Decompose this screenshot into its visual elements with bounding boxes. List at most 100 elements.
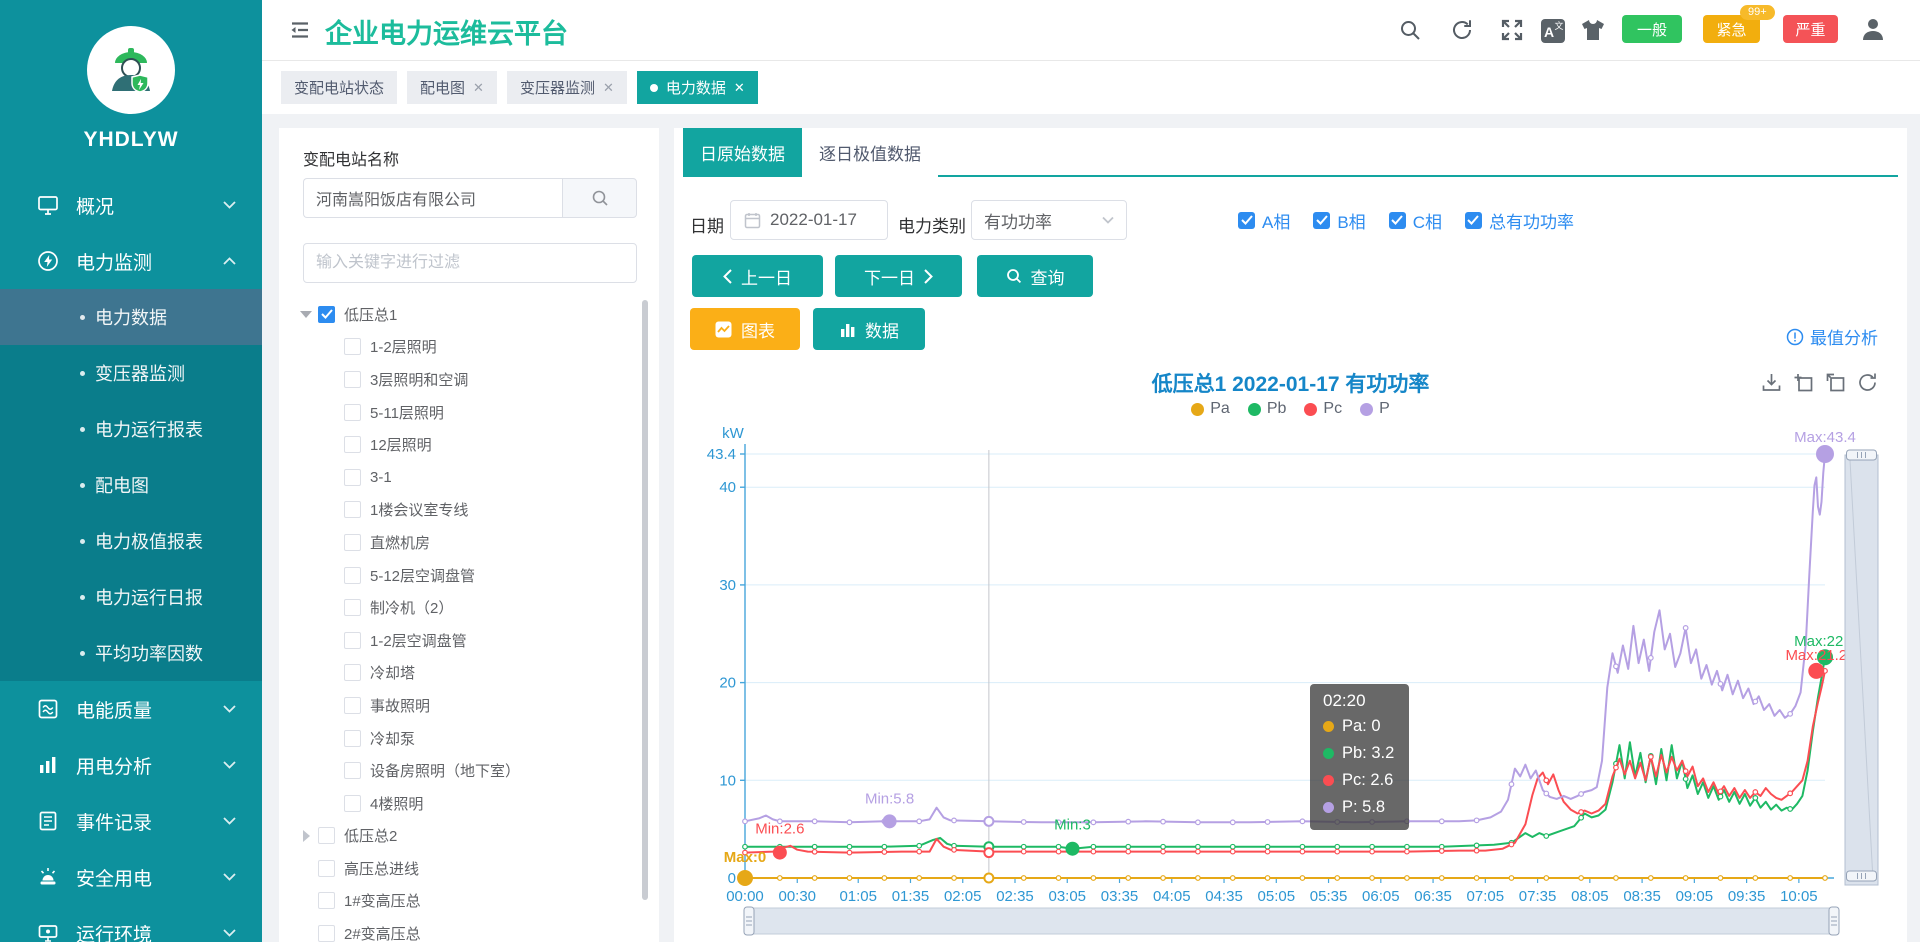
caret-down-icon[interactable] [300, 311, 312, 318]
datazoom-track[interactable] [749, 908, 1834, 934]
tree-scrollbar[interactable] [642, 300, 648, 900]
tree-node-3层照明和空调[interactable]: 3层照明和空调 [279, 363, 651, 396]
tree-checkbox[interactable] [318, 860, 335, 877]
sidebar-subitem-电力数据[interactable]: 电力数据 [0, 289, 262, 345]
sidebar-subitem-平均功率因数[interactable]: 平均功率因数 [0, 625, 262, 681]
chart-view-button[interactable]: 图表 [690, 308, 800, 350]
tree-checkbox[interactable] [318, 827, 335, 844]
next-day-button[interactable]: 下一日 [835, 255, 962, 297]
tree-node-5-11层照明[interactable]: 5-11层照明 [279, 396, 651, 429]
tree-checkbox[interactable] [344, 534, 361, 551]
fullscreen-icon[interactable] [1500, 18, 1524, 42]
tree-node-4楼照明[interactable]: 4楼照明 [279, 787, 651, 820]
tree-node-事故照明[interactable]: 事故照明 [279, 689, 651, 722]
date-input[interactable]: 2022-01-17 [730, 200, 888, 240]
sidebar-item-1[interactable]: 电力监测 [0, 233, 262, 289]
sidebar-subitem-配电图[interactable]: 配电图 [0, 457, 262, 513]
page-tab-变压器监测[interactable]: 变压器监测✕ [507, 71, 627, 104]
phase-checkbox-总有功功率[interactable]: 总有功功率 [1465, 208, 1574, 233]
tree-checkbox[interactable] [344, 469, 361, 486]
sidebar-item-2[interactable]: 电能质量 [0, 681, 262, 737]
tree-node-直燃机房[interactable]: 直燃机房 [279, 526, 651, 559]
tree-node-低压总2[interactable]: 低压总2 [279, 820, 651, 853]
page-tab-变配电站状态[interactable]: 变配电站状态 [281, 71, 397, 104]
tree-checkbox[interactable] [344, 501, 361, 518]
alarm-button-一般[interactable]: 一般 [1622, 15, 1682, 43]
tree-checkbox[interactable] [344, 436, 361, 453]
tree-node-1-2层照明[interactable]: 1-2层照明 [279, 331, 651, 364]
tree-node-冷却塔[interactable]: 冷却塔 [279, 657, 651, 690]
sidebar-item-5[interactable]: 安全用电 [0, 849, 262, 905]
power-line-chart[interactable]: kW01020304043.400:0000:3001:0501:3502:05… [674, 360, 1907, 942]
close-tab-icon[interactable]: ✕ [603, 80, 614, 96]
tree-node-3-1[interactable]: 3-1 [279, 461, 651, 494]
data-point [1196, 820, 1201, 825]
tree-filter-input[interactable] [303, 243, 637, 283]
phase-checkbox-A相[interactable]: A相 [1238, 208, 1290, 233]
data-view-button[interactable]: 数据 [813, 308, 925, 350]
sidebar-subitem-电力运行报表[interactable]: 电力运行报表 [0, 401, 262, 457]
sidebar-item-3[interactable]: 用电分析 [0, 737, 262, 793]
sidebar-item-6[interactable]: 运行环境 [0, 905, 262, 942]
tree-checkbox[interactable] [344, 567, 361, 584]
alarm-count-badge: 99+ [1740, 5, 1775, 20]
tab-daily-raw-data[interactable]: 日原始数据 [683, 128, 802, 177]
close-tab-icon[interactable]: ✕ [734, 80, 745, 96]
data-point [1126, 849, 1131, 854]
tree-checkbox[interactable] [344, 599, 361, 616]
svg-text:文: 文 [1554, 20, 1563, 31]
tree-node-12层照明[interactable]: 12层照明 [279, 428, 651, 461]
tree-checkbox[interactable] [344, 404, 361, 421]
tree-checkbox[interactable] [344, 664, 361, 681]
collapse-sidebar-icon[interactable] [289, 19, 311, 46]
tree-node-1#变高压总[interactable]: 1#变高压总 [279, 885, 651, 918]
tree-node-冷却泵[interactable]: 冷却泵 [279, 722, 651, 755]
prev-day-button[interactable]: 上一日 [692, 255, 823, 297]
phase-checkbox-B相[interactable]: B相 [1313, 208, 1365, 233]
tree-checkbox[interactable] [344, 730, 361, 747]
page-tab-配电图[interactable]: 配电图✕ [407, 71, 497, 104]
page-tab-电力数据[interactable]: 电力数据✕ [637, 71, 758, 104]
tree-checkbox[interactable] [344, 632, 361, 649]
query-button[interactable]: 查询 [977, 255, 1093, 297]
close-tab-icon[interactable]: ✕ [473, 80, 484, 96]
tree-checkbox[interactable] [318, 306, 335, 323]
tree-node-高压总进线[interactable]: 高压总进线 [279, 852, 651, 885]
tree-checkbox[interactable] [344, 697, 361, 714]
tree-node-设备房照明（地下室）[interactable]: 设备房照明（地下室） [279, 754, 651, 787]
search-icon[interactable] [1398, 18, 1422, 42]
category-select[interactable]: 有功功率 [971, 200, 1127, 240]
tree-checkbox[interactable] [344, 795, 361, 812]
datazoom-vertical[interactable] [1845, 450, 1878, 885]
tree-node-1-2层空调盘管[interactable]: 1-2层空调盘管 [279, 624, 651, 657]
tree-node-5-12层空调盘管[interactable]: 5-12层空调盘管 [279, 559, 651, 592]
caret-right-icon[interactable] [303, 830, 310, 842]
x-tick-label: 00:00 [726, 888, 764, 905]
sidebar-subitem-变压器监测[interactable]: 变压器监测 [0, 345, 262, 401]
theme-icon[interactable] [1580, 18, 1606, 42]
sidebar-item-4[interactable]: 事件记录 [0, 793, 262, 849]
button-label: 查询 [1031, 264, 1065, 289]
tree-checkbox[interactable] [344, 762, 361, 779]
tree-checkbox[interactable] [318, 925, 335, 942]
station-search-input[interactable] [303, 178, 562, 218]
phase-checkbox-C相[interactable]: C相 [1389, 208, 1442, 233]
translate-icon[interactable]: A文 [1540, 18, 1566, 44]
tree-node-低压总1[interactable]: 低压总1 [279, 298, 651, 331]
tree-checkbox[interactable] [344, 338, 361, 355]
user-icon[interactable] [1860, 16, 1886, 42]
tree-node-1楼会议室专线[interactable]: 1楼会议室专线 [279, 494, 651, 527]
sidebar-item-0[interactable]: 概况 [0, 177, 262, 233]
refresh-icon[interactable] [1450, 18, 1474, 42]
tree-node-2#变高压总[interactable]: 2#变高压总 [279, 917, 651, 942]
datazoom-horizontal[interactable] [744, 907, 1839, 935]
sidebar-subitem-电力运行日报[interactable]: 电力运行日报 [0, 569, 262, 625]
tree-checkbox[interactable] [318, 892, 335, 909]
station-search-button[interactable] [562, 178, 637, 218]
alarm-button-严重[interactable]: 严重 [1783, 15, 1838, 43]
sidebar-subitem-电力极值报表[interactable]: 电力极值报表 [0, 513, 262, 569]
tree-checkbox[interactable] [344, 371, 361, 388]
tab-daily-extreme-data[interactable]: 逐日极值数据 [802, 128, 938, 177]
tree-node-制冷机（2）[interactable]: 制冷机（2） [279, 591, 651, 624]
max-analysis-link[interactable]: 最值分析 [1786, 324, 1878, 349]
